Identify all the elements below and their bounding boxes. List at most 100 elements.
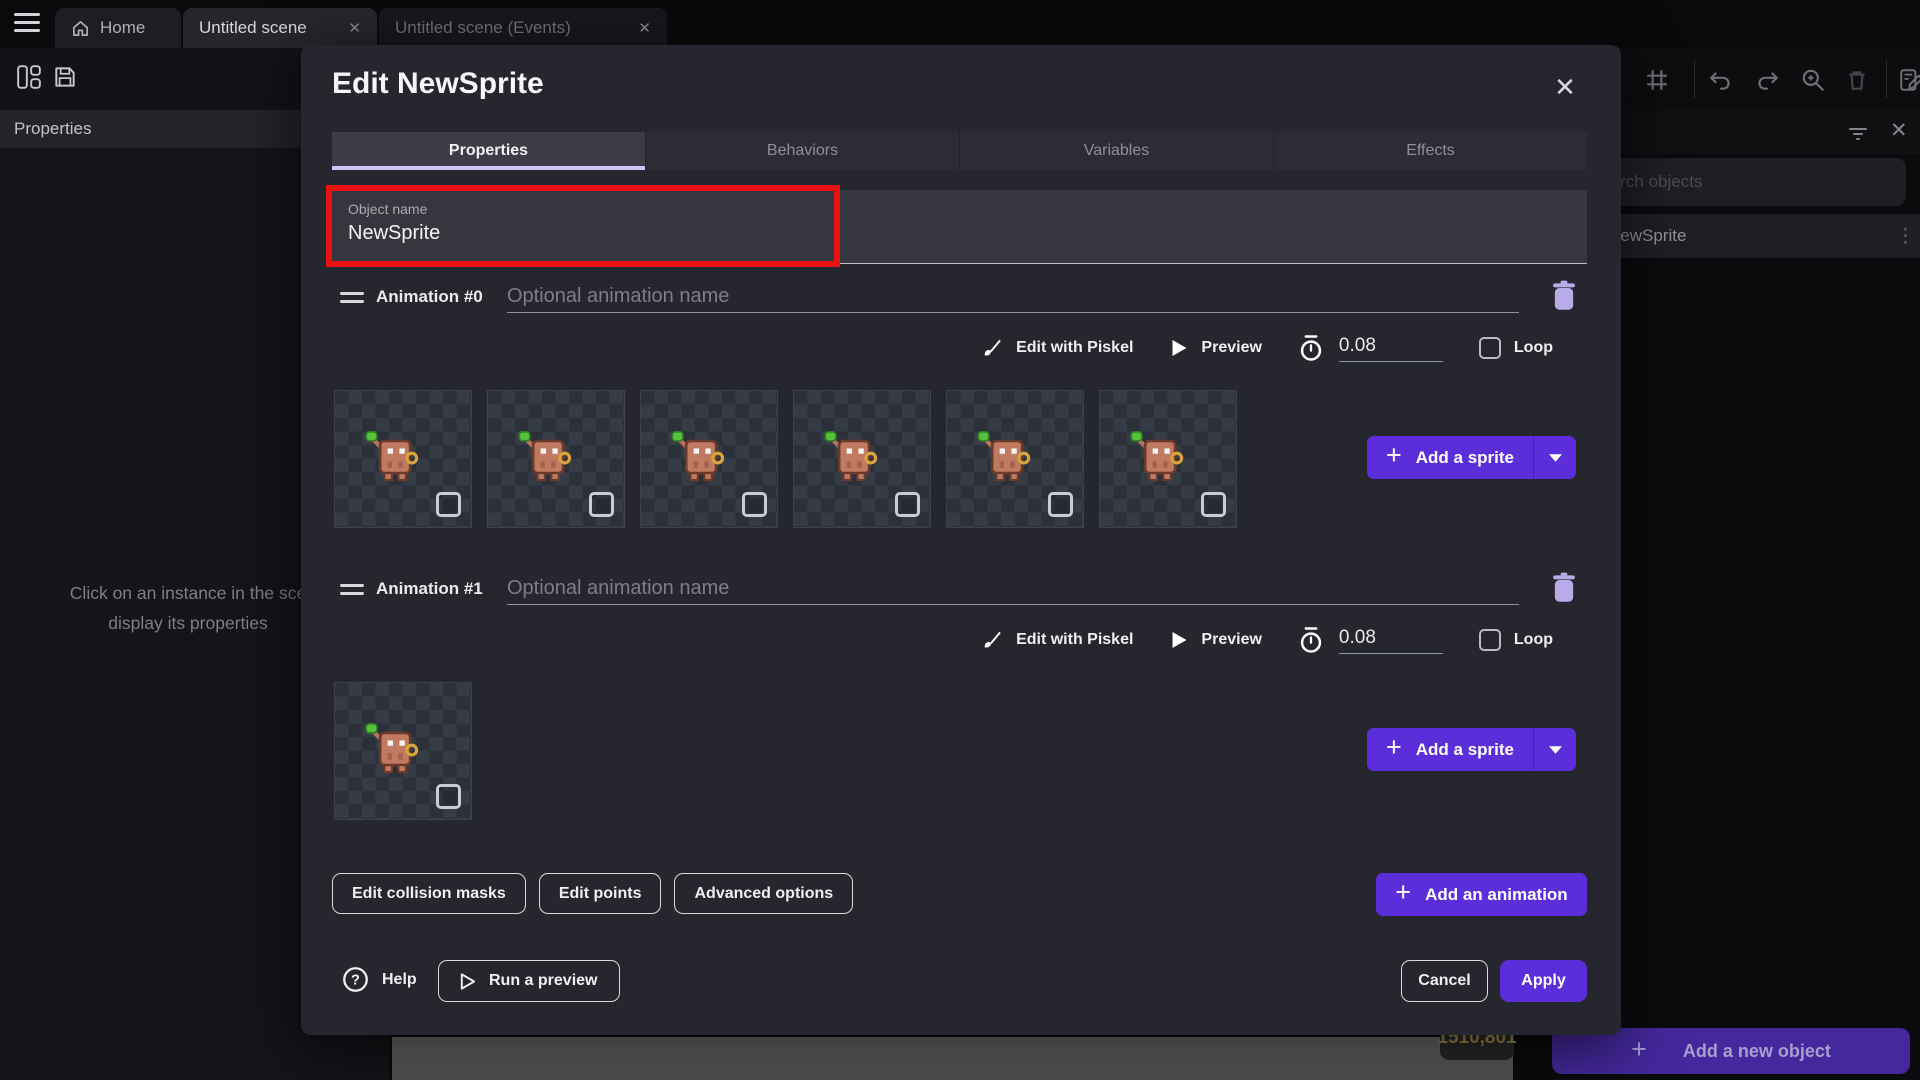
filter-icon[interactable] bbox=[1846, 121, 1870, 145]
tab-untitled-scene-events[interactable]: Untitled scene (Events) ✕ bbox=[379, 8, 667, 48]
object-name-input[interactable] bbox=[348, 222, 948, 245]
search-objects-input[interactable] bbox=[1572, 158, 1906, 206]
plus-icon: + bbox=[1386, 442, 1402, 469]
undo-icon[interactable] bbox=[1708, 67, 1734, 93]
pig-sprite-image bbox=[516, 429, 576, 485]
timer-icon bbox=[1298, 627, 1324, 654]
animation-name-input[interactable] bbox=[507, 280, 1519, 313]
delete-animation-icon[interactable] bbox=[1550, 280, 1582, 314]
edit-points-button[interactable]: Edit points bbox=[539, 873, 662, 914]
save-icon[interactable] bbox=[52, 64, 78, 90]
close-dialog-icon[interactable]: ✕ bbox=[1547, 69, 1583, 105]
animation-section-0: Animation #0 Edit with Piskel Preview Lo… bbox=[332, 280, 1587, 580]
close-tab-icon[interactable]: ✕ bbox=[348, 19, 361, 37]
drag-handle-icon[interactable] bbox=[340, 292, 364, 308]
sprite-frame-tile[interactable] bbox=[334, 682, 472, 820]
run-preview-button[interactable]: Run a preview bbox=[438, 960, 620, 1002]
time-between-frames-input[interactable] bbox=[1339, 627, 1443, 654]
add-sprite-button[interactable]: +Add a sprite bbox=[1367, 436, 1576, 479]
dialog-tabbar: Properties Behaviors Variables Effects bbox=[332, 132, 1587, 170]
delete-animation-icon[interactable] bbox=[1550, 572, 1582, 606]
frame-select-checkbox[interactable] bbox=[742, 492, 767, 517]
top-bar: Home Untitled scene ✕ Untitled scene (Ev… bbox=[0, 0, 1920, 48]
sprite-frame-tile[interactable] bbox=[334, 390, 472, 528]
sprite-frame-tile[interactable] bbox=[487, 390, 625, 528]
sprite-frame-tile[interactable] bbox=[946, 390, 1084, 528]
edit-object-dialog: Edit NewSprite ✕ Properties Behaviors Va… bbox=[301, 45, 1621, 1035]
chevron-down-icon bbox=[1549, 746, 1562, 754]
frame-select-checkbox[interactable] bbox=[1201, 492, 1226, 517]
frame-select-checkbox[interactable] bbox=[436, 784, 461, 809]
close-tab-icon[interactable]: ✕ bbox=[638, 19, 651, 37]
animation-title: Animation #1 bbox=[376, 579, 483, 599]
loop-checkbox[interactable] bbox=[1479, 337, 1501, 359]
dialog-title: Edit NewSprite bbox=[332, 67, 544, 101]
zoom-in-icon[interactable] bbox=[1800, 67, 1826, 93]
object-name-label: Object name bbox=[348, 201, 427, 217]
object-options-row: Edit collision masks Edit points Advance… bbox=[332, 873, 853, 914]
edit-with-piskel-button[interactable]: Edit with Piskel bbox=[1016, 631, 1133, 649]
play-icon bbox=[1171, 339, 1188, 357]
object-item-menu-icon[interactable]: ⋮ bbox=[1896, 225, 1915, 248]
tab-effects[interactable]: Effects bbox=[1274, 132, 1587, 170]
loop-label: Loop bbox=[1514, 631, 1553, 649]
edit-scene-properties-icon[interactable] bbox=[1898, 67, 1920, 93]
tab-untitled-scene[interactable]: Untitled scene ✕ bbox=[183, 8, 377, 48]
pig-sprite-image bbox=[822, 429, 882, 485]
plus-icon: + bbox=[1631, 1036, 1647, 1063]
sprite-frames-list bbox=[334, 682, 472, 820]
sprite-frames-list bbox=[334, 390, 1237, 528]
tab-events-label: Untitled scene (Events) bbox=[395, 18, 571, 38]
animation-tools-row: Edit with Piskel Preview Loop bbox=[981, 622, 1553, 658]
add-sprite-dropdown[interactable] bbox=[1534, 436, 1576, 479]
sprite-frame-tile[interactable] bbox=[640, 390, 778, 528]
time-between-frames-input[interactable] bbox=[1339, 335, 1443, 362]
pig-sprite-image bbox=[363, 429, 423, 485]
sprite-frame-tile[interactable] bbox=[793, 390, 931, 528]
pig-sprite-image bbox=[1128, 429, 1188, 485]
tab-variables[interactable]: Variables bbox=[960, 132, 1274, 170]
object-list-item[interactable]: NewSprite ⋮ bbox=[1570, 214, 1920, 258]
toolbar-divider bbox=[1886, 60, 1887, 98]
timer-icon bbox=[1298, 335, 1324, 362]
tab-properties[interactable]: Properties bbox=[332, 132, 646, 170]
frame-select-checkbox[interactable] bbox=[895, 492, 920, 517]
add-sprite-dropdown[interactable] bbox=[1534, 728, 1576, 771]
frame-select-checkbox[interactable] bbox=[1048, 492, 1073, 517]
scene-canvas-edge[interactable] bbox=[389, 1037, 1513, 1080]
frame-select-checkbox[interactable] bbox=[436, 492, 461, 517]
properties-panel-title: Properties bbox=[14, 119, 91, 139]
animation-section-1: Animation #1 Edit with Piskel Preview Lo… bbox=[332, 572, 1587, 872]
loop-checkbox[interactable] bbox=[1479, 629, 1501, 651]
home-icon bbox=[71, 19, 90, 38]
toolbar-divider bbox=[1694, 60, 1695, 98]
close-panel-icon[interactable]: ✕ bbox=[1890, 118, 1908, 143]
sprite-frame-tile[interactable] bbox=[1099, 390, 1237, 528]
drag-handle-icon[interactable] bbox=[340, 584, 364, 600]
frame-select-checkbox[interactable] bbox=[589, 492, 614, 517]
pig-sprite-image bbox=[669, 429, 729, 485]
cancel-button[interactable]: Cancel bbox=[1401, 960, 1488, 1002]
preview-button[interactable]: Preview bbox=[1201, 339, 1261, 357]
animation-tools-row: Edit with Piskel Preview Loop bbox=[981, 330, 1553, 366]
tab-behaviors[interactable]: Behaviors bbox=[646, 132, 960, 170]
add-sprite-button[interactable]: +Add a sprite bbox=[1367, 728, 1576, 771]
object-name-field[interactable]: Object name bbox=[332, 190, 1587, 264]
loop-label: Loop bbox=[1514, 339, 1553, 357]
grid-icon[interactable] bbox=[1644, 67, 1670, 93]
edit-with-piskel-button[interactable]: Edit with Piskel bbox=[1016, 339, 1133, 357]
delete-icon[interactable] bbox=[1844, 67, 1870, 93]
redo-icon[interactable] bbox=[1754, 67, 1780, 93]
preview-button[interactable]: Preview bbox=[1201, 631, 1261, 649]
animation-name-input[interactable] bbox=[507, 572, 1519, 605]
svg-text:?: ? bbox=[351, 973, 360, 989]
main-menu-icon[interactable] bbox=[14, 13, 40, 35]
advanced-options-button[interactable]: Advanced options bbox=[674, 873, 853, 914]
edit-collision-masks-button[interactable]: Edit collision masks bbox=[332, 873, 526, 914]
tab-home[interactable]: Home bbox=[55, 8, 181, 48]
animation-title: Animation #0 bbox=[376, 287, 483, 307]
panels-layout-icon[interactable] bbox=[16, 64, 42, 90]
add-animation-button[interactable]: + Add an animation bbox=[1376, 873, 1587, 916]
help-button[interactable]: ? Help bbox=[342, 966, 417, 993]
apply-button[interactable]: Apply bbox=[1500, 960, 1587, 1002]
